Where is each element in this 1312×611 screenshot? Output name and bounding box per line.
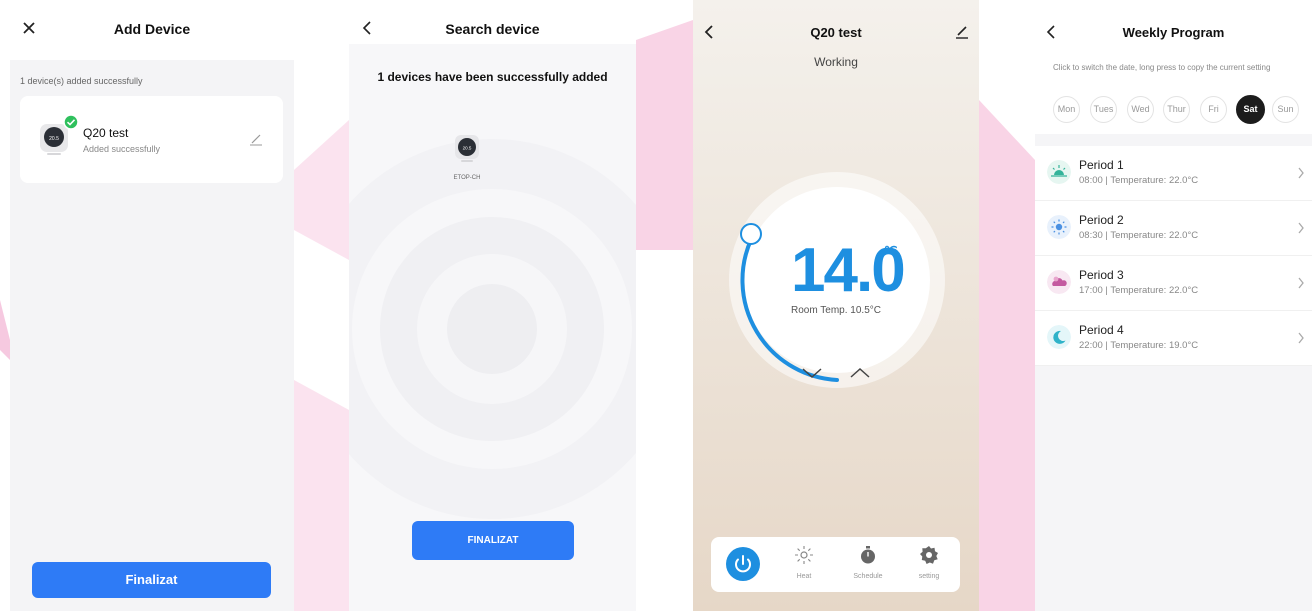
moon-icon [1047, 325, 1071, 349]
success-note: 1 device(s) added successfully [20, 76, 143, 86]
day-sun[interactable]: Sun [1272, 96, 1299, 123]
period-name: Period 3 [1079, 268, 1124, 282]
check-badge-icon [63, 114, 79, 130]
sunrise-icon [1047, 160, 1071, 184]
gear-icon[interactable] [919, 545, 939, 565]
tab-heat-label: Heat [796, 573, 812, 580]
add-device-screen: Add Device 1 device(s) added successfull… [10, 0, 294, 611]
day-fri[interactable]: Fri [1200, 96, 1227, 123]
stopwatch-icon[interactable] [858, 545, 878, 565]
device-label: ETOP-CH [453, 175, 481, 181]
svg-text:20.5: 20.5 [49, 136, 59, 142]
page-title: Search device [445, 21, 540, 37]
tab-schedule-label: Schedule [853, 573, 883, 580]
day-thur[interactable]: Thur [1163, 96, 1190, 123]
hint-text: Click to switch the date, long press to … [1053, 63, 1271, 72]
period-name: Period 4 [1079, 323, 1124, 337]
pencil-icon[interactable] [955, 24, 969, 40]
day-wed[interactable]: Wed [1127, 96, 1154, 123]
period-detail: 08:30 | Temperature: 22.0°C [1079, 230, 1199, 241]
period-row[interactable]: Period 4 22:00 | Temperature: 19.0°C [1035, 311, 1312, 366]
chevron-down-icon[interactable] [801, 366, 823, 380]
chevron-right-icon [1298, 277, 1304, 289]
day-sat[interactable]: Sat [1236, 95, 1265, 124]
device-title: Q20 test [810, 25, 862, 40]
finish-button[interactable]: FINALIZAT [412, 521, 574, 560]
pencil-icon[interactable] [249, 132, 263, 146]
chevron-right-icon [1298, 332, 1304, 344]
svg-text:20.5: 20.5 [463, 146, 472, 151]
period-name: Period 2 [1079, 213, 1124, 227]
added-message: 1 devices have been successfully added [377, 70, 608, 84]
weekly-program-screen: Weekly Program Click to switch the date,… [1035, 0, 1312, 611]
sunset-cloud-icon [1047, 270, 1071, 294]
tab-setting-label: setting [918, 573, 940, 580]
thermostat-screen: Q20 test Working 14.0 ℃ Room Temp. 10.5°… [693, 0, 979, 611]
temperature-unit: ℃ [884, 244, 898, 258]
day-tues[interactable]: Tues [1090, 96, 1117, 123]
period-detail: 22:00 | Temperature: 19.0°C [1079, 340, 1199, 351]
sun-icon [1047, 215, 1071, 239]
period-row[interactable]: Period 2 08:30 | Temperature: 22.0°C [1035, 201, 1312, 256]
device-name: Q20 test [83, 126, 129, 140]
chevron-right-icon [1298, 167, 1304, 179]
search-device-screen: Search device 1 devices have been succes… [349, 0, 636, 611]
device-card[interactable]: 20.5 Q20 test Added successfully [20, 96, 283, 183]
device-status: Working [814, 55, 858, 69]
device-status: Added successfully [83, 144, 161, 154]
period-name: Period 1 [1079, 158, 1124, 172]
finish-button[interactable]: Finalizat [32, 562, 271, 598]
set-temperature: 14.0 [791, 236, 906, 305]
power-icon[interactable] [726, 547, 760, 581]
period-row[interactable]: Period 1 08:00 | Temperature: 22.0°C [1035, 146, 1312, 201]
day-mon[interactable]: Mon [1053, 96, 1080, 123]
period-detail: 08:00 | Temperature: 22.0°C [1079, 175, 1199, 186]
thermostat-thumbnail-icon: 20.5 [455, 135, 479, 162]
period-detail: 17:00 | Temperature: 22.0°C [1079, 285, 1199, 296]
page-title: Weekly Program [1122, 25, 1225, 40]
room-temperature: Room Temp. 10.5°C [791, 305, 881, 316]
period-row[interactable]: Period 3 17:00 | Temperature: 22.0°C [1035, 256, 1312, 311]
bottom-tab-bar: Heat Schedule setting [711, 537, 960, 592]
chevron-up-icon[interactable] [849, 366, 871, 380]
page-title: Add Device [113, 21, 191, 37]
sun-icon[interactable] [794, 545, 814, 565]
chevron-right-icon [1298, 222, 1304, 234]
